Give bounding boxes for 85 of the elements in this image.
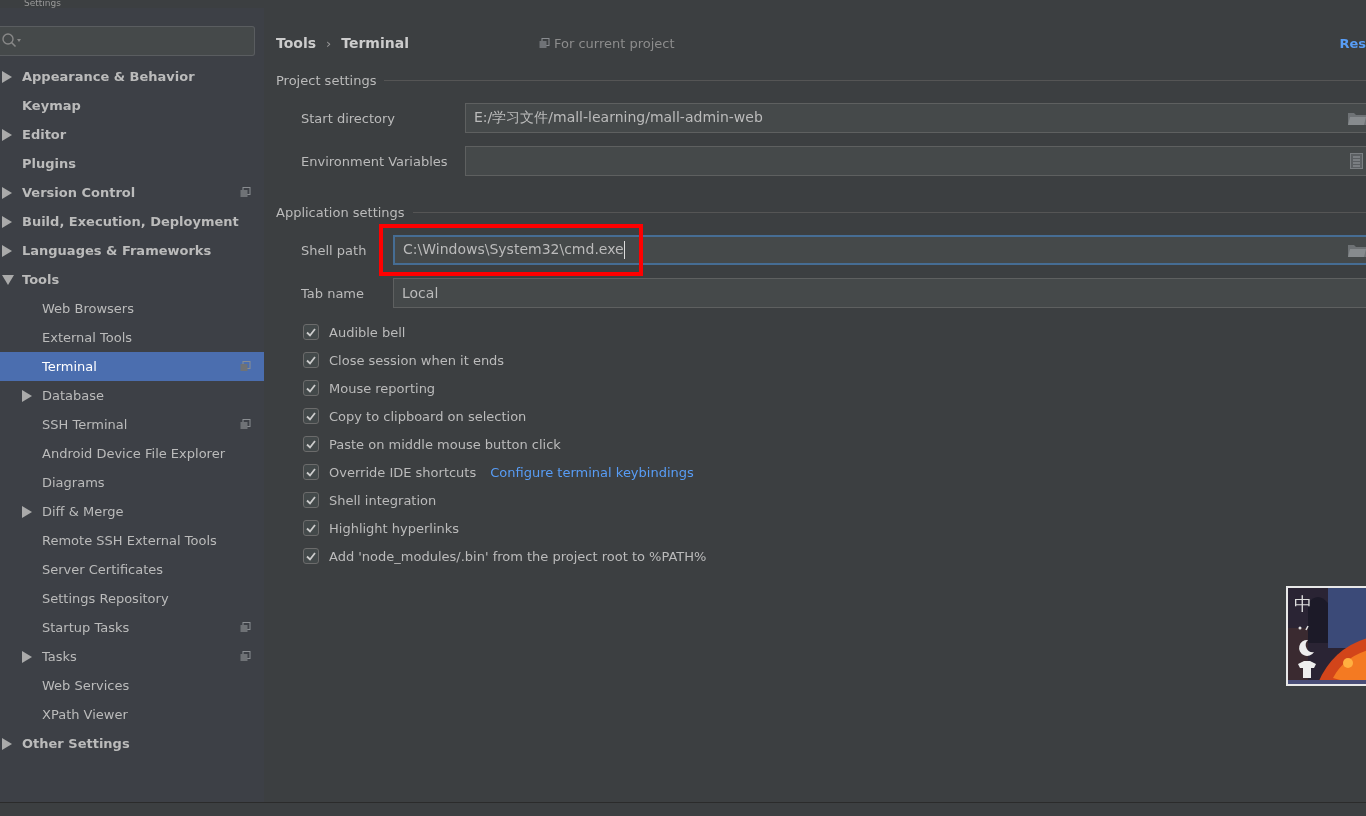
tree-item[interactable]: Plugins	[0, 149, 264, 178]
tree-item[interactable]: Web Browsers	[0, 294, 264, 323]
checkbox-label: Paste on middle mouse button click	[329, 436, 561, 452]
copy-icon	[538, 37, 550, 49]
tree-item[interactable]: External Tools	[0, 323, 264, 352]
copy-icon	[240, 622, 251, 633]
copy-icon	[240, 651, 251, 662]
field-value: Local	[402, 285, 439, 301]
collapsed-arrow-icon[interactable]	[2, 186, 12, 199]
checkbox-label: Shell integration	[329, 492, 437, 508]
text-field[interactable]: C:\Windows\System32\cmd.exe	[393, 235, 1366, 265]
ime-icons-drawing[interactable]	[1296, 624, 1318, 680]
checkbox-label: Highlight hyperlinks	[329, 520, 460, 536]
tree-item[interactable]: Diagrams	[0, 468, 264, 497]
tree-item[interactable]: Settings Repository	[0, 584, 264, 613]
breadcrumb-separator: ›	[326, 35, 332, 51]
tree-item[interactable]: Server Certificates	[0, 555, 264, 584]
checkbox[interactable]	[303, 436, 319, 452]
scope-label: For current project	[553, 35, 675, 51]
tree-item[interactable]: Remote SSH External Tools	[0, 526, 264, 555]
search-field[interactable]	[0, 26, 255, 56]
ime-widget[interactable]: 中	[1286, 586, 1366, 686]
expanded-arrow-icon[interactable]	[2, 274, 14, 285]
tree-item[interactable]: SSH Terminal	[0, 410, 264, 439]
section-title: Application settings	[276, 204, 405, 220]
section-title: Project settings	[276, 72, 377, 88]
checkbox-label: Audible bell	[329, 324, 406, 340]
folder-icon[interactable]	[1348, 111, 1366, 125]
window-title: Settings	[24, 0, 61, 8]
collapsed-arrow-icon[interactable]	[2, 737, 12, 750]
tree-item[interactable]: Version Control	[0, 178, 264, 207]
keybindings-link[interactable]: Configure terminal keybindings	[490, 464, 694, 480]
checkbox[interactable]	[303, 408, 319, 424]
tree-item[interactable]: Android Device File Explorer	[0, 439, 264, 468]
copy-icon	[240, 361, 251, 372]
collapsed-arrow-icon[interactable]	[2, 128, 12, 141]
field-label: Environment Variables	[301, 153, 449, 169]
checkbox-label: Mouse reporting	[329, 380, 436, 396]
tree-item[interactable]: Startup Tasks	[0, 613, 264, 642]
tree-item[interactable]: Keymap	[0, 91, 264, 120]
collapsed-arrow-icon[interactable]	[2, 215, 12, 228]
field-label: Shell path	[301, 242, 368, 258]
field-label: Start directory	[301, 110, 397, 126]
checkbox-label: Close session when it ends	[329, 352, 505, 368]
checkbox[interactable]	[303, 352, 319, 368]
breadcrumb-item: Terminal	[341, 35, 409, 51]
checkbox[interactable]	[303, 548, 319, 564]
tree-item[interactable]: Diff & Merge	[0, 497, 264, 526]
collapsed-arrow-icon[interactable]	[2, 70, 12, 83]
reset-link[interactable]: Res	[1339, 35, 1366, 51]
checkbox-label: Copy to clipboard on selection	[329, 408, 527, 424]
folder-icon[interactable]	[1348, 243, 1366, 257]
checkbox[interactable]	[303, 324, 319, 340]
checkbox[interactable]	[303, 520, 319, 536]
tree-item[interactable]: Appearance & Behavior	[0, 62, 264, 91]
checkbox[interactable]	[303, 464, 319, 480]
checkbox[interactable]	[303, 492, 319, 508]
collapsed-arrow-icon[interactable]	[22, 650, 32, 663]
tree-item[interactable]: Editor	[0, 120, 264, 149]
tree-item[interactable]: Terminal	[0, 352, 264, 381]
field-value: C:\Windows\System32\cmd.exe	[403, 241, 624, 257]
field-value: E:/学习文件/mall-learning/mall-admin-web	[474, 109, 763, 125]
collapsed-arrow-icon[interactable]	[22, 505, 32, 518]
collapsed-arrow-icon[interactable]	[2, 244, 12, 257]
copy-icon	[240, 187, 251, 198]
copy-icon	[240, 419, 251, 430]
field-label: Tab name	[301, 285, 365, 301]
tree-item[interactable]: Other Settings	[0, 729, 264, 758]
tree-item[interactable]: Web Services	[0, 671, 264, 700]
breadcrumb-item: Tools	[276, 35, 317, 51]
text-field[interactable]: Local	[393, 278, 1366, 308]
tree-item[interactable]: Tasks	[0, 642, 264, 671]
checkbox-label: Add 'node_modules/.bin' from the project root to %PATH%	[329, 548, 707, 564]
checkbox-label: Override IDE shortcuts	[329, 464, 477, 480]
tree-item[interactable]: Tools	[0, 265, 264, 294]
tree-item[interactable]: Build, Execution, Deployment	[0, 207, 264, 236]
text-field[interactable]: E:/学习文件/mall-learning/mall-admin-web	[465, 103, 1366, 133]
collapsed-arrow-icon[interactable]	[22, 389, 32, 402]
tree-item[interactable]: Database	[0, 381, 264, 410]
text-field[interactable]	[465, 146, 1366, 176]
checkbox[interactable]	[303, 380, 319, 396]
search-icon	[2, 33, 22, 49]
tree-item[interactable]: Languages & Frameworks	[0, 236, 264, 265]
ime-mode[interactable]: 中	[1294, 594, 1312, 614]
tree-item[interactable]: XPath Viewer	[0, 700, 264, 729]
